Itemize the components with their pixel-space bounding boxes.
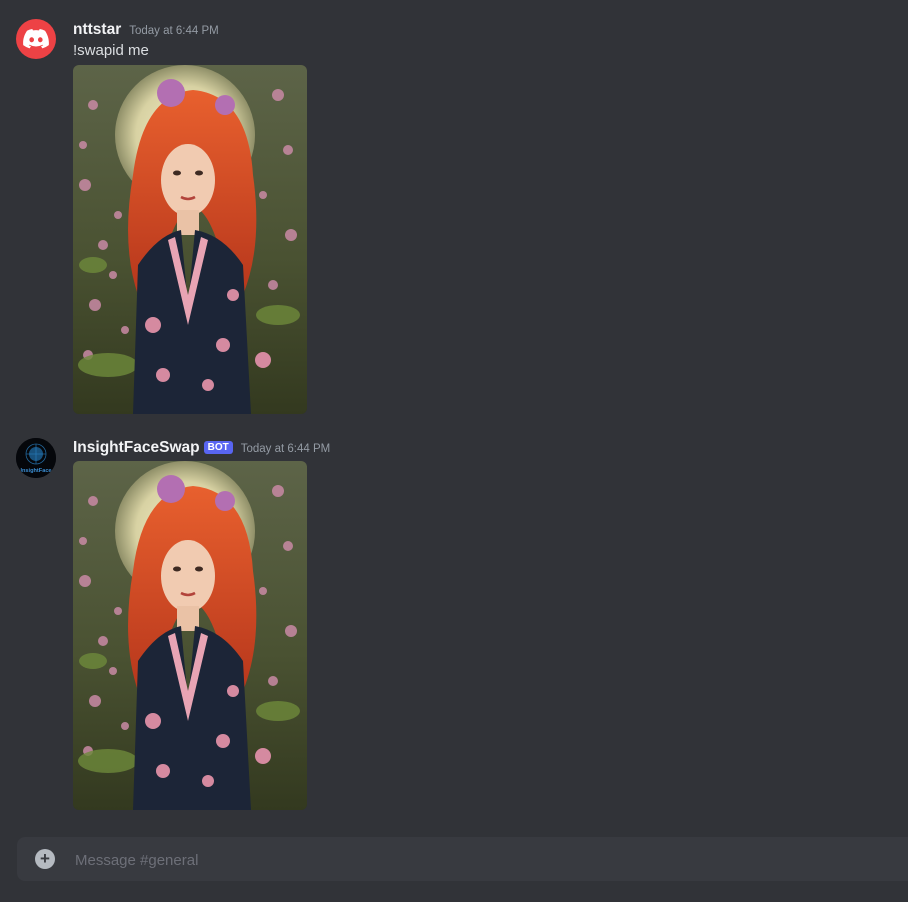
username[interactable]: InsightFaceSwap — [73, 439, 200, 457]
message-text: !swapid me — [73, 42, 149, 59]
message-input[interactable] — [73, 837, 877, 883]
image-attachment[interactable] — [73, 65, 307, 414]
plus-circle-icon[interactable]: + — [35, 849, 55, 869]
message-header: InsightFaceSwap BOT Today at 6:44 PM — [73, 439, 330, 457]
bot-badge: BOT — [203, 441, 233, 454]
message-header: nttstar Today at 6:44 PM — [73, 21, 219, 39]
portrait-image — [73, 65, 307, 414]
user-avatar[interactable] — [16, 19, 56, 59]
timestamp: Today at 6:44 PM — [240, 443, 331, 455]
image-attachment[interactable] — [73, 461, 307, 810]
insightface-logo-icon: InsightFace — [16, 438, 56, 478]
swapped-portrait-image — [73, 461, 307, 810]
timestamp: Today at 6:44 PM — [129, 25, 219, 37]
discord-logo-icon — [23, 29, 49, 49]
username[interactable]: nttstar — [73, 21, 121, 39]
avatar-label: InsightFace — [20, 468, 51, 474]
bot-avatar[interactable]: InsightFace — [16, 438, 56, 478]
message-composer: + — [17, 837, 908, 883]
